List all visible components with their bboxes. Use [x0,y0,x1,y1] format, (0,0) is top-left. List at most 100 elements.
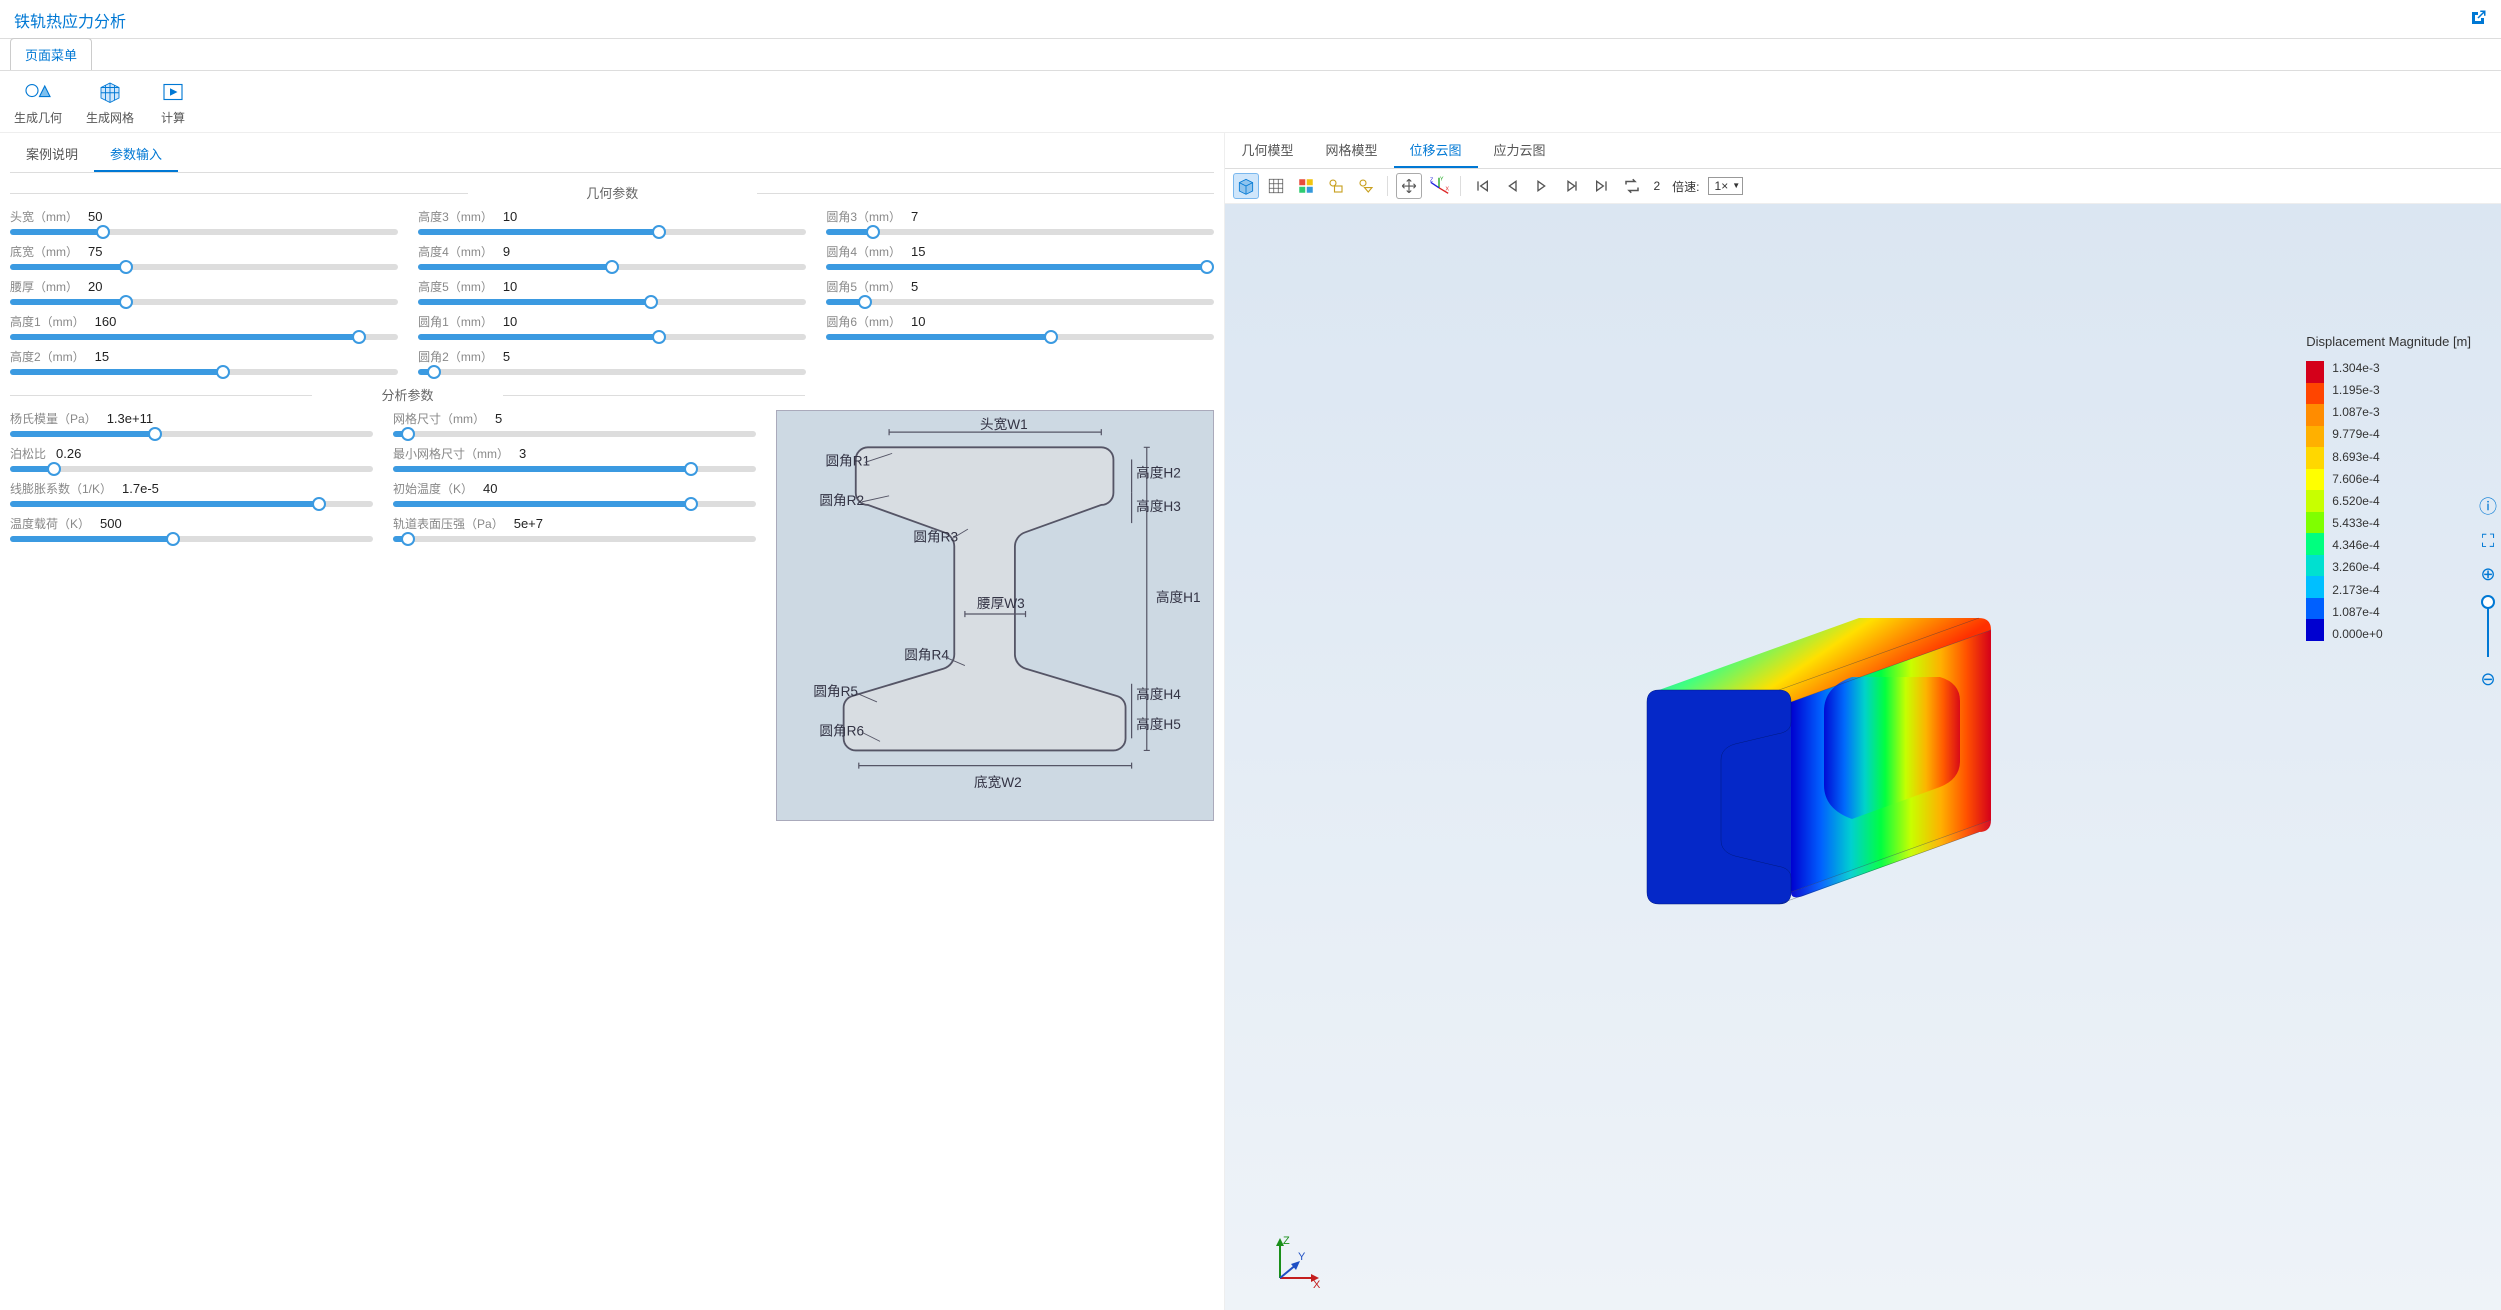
play-icon[interactable] [1529,173,1555,199]
analysis-param-4: 线膨胀系数（1/K）1.7e-5 [10,480,373,507]
prev-frame-icon[interactable] [1499,173,1525,199]
param-value: 5 [495,411,502,426]
external-link-icon[interactable] [2469,9,2487,32]
param-slider[interactable] [10,229,398,235]
tab-geometry-model[interactable]: 几何模型 [1225,133,1309,168]
param-value: 3 [519,446,526,461]
geom-param-9: 高度1（mm）160 [10,313,398,340]
page-title: 铁轨热应力分析 [14,8,126,32]
geom-param-0: 头宽（mm）50 [10,208,398,235]
legend-value: 5.433e-4 [2332,516,2382,530]
param-label: 线膨胀系数（1/K） [10,480,112,497]
3d-viewport[interactable]: Displacement Magnitude [m] 1.304e-31.195… [1225,204,2501,1310]
param-slider[interactable] [393,536,756,542]
speed-select[interactable]: 1× [1708,177,1744,195]
axis-triad-icon[interactable]: YX Z [1426,173,1452,199]
tab-stress-cloud[interactable]: 应力云图 [1478,133,1562,168]
param-slider[interactable] [10,334,398,340]
svg-text:高度H3: 高度H3 [1136,498,1181,514]
section-analysis-params: 分析参数 [10,385,805,404]
palette-icon[interactable] [1293,173,1319,199]
analysis-param-0: 杨氏模量（Pa）1.3e+11 [10,410,373,437]
param-slider[interactable] [418,264,806,270]
geom-param-5: 圆角4（mm）15 [826,243,1214,270]
svg-text:高度H4: 高度H4 [1136,686,1181,702]
param-slider[interactable] [10,369,398,375]
legend-value: 1.195e-3 [2332,383,2382,397]
next-frame-icon[interactable] [1559,173,1585,199]
help-icon[interactable]: ⓘ [2479,493,2497,519]
svg-text:圆角R3: 圆角R3 [913,529,958,544]
svg-text:圆角R1: 圆角R1 [826,454,871,469]
param-slider[interactable] [10,536,373,542]
analysis-param-2: 泊松比0.26 [10,445,373,472]
legend-value: 1.304e-3 [2332,361,2382,375]
tab-displacement-cloud[interactable]: 位移云图 [1394,133,1478,168]
param-slider[interactable] [10,299,398,305]
legend-value: 3.260e-4 [2332,560,2382,574]
param-value: 15 [95,349,109,364]
light-2-icon[interactable] [1353,173,1379,199]
param-label: 圆角1（mm） [418,313,493,330]
param-value: 15 [911,244,925,259]
param-slider[interactable] [10,501,373,507]
param-slider[interactable] [10,264,398,270]
param-label: 腰厚（mm） [10,278,78,295]
param-slider[interactable] [418,229,806,235]
generate-geometry-button[interactable]: 生成几何 [14,79,62,126]
analysis-param-1: 网格尺寸（mm）5 [393,410,756,437]
grid-toggle-icon[interactable] [1263,173,1289,199]
param-label: 高度5（mm） [418,278,493,295]
legend-value: 1.087e-4 [2332,605,2382,619]
compute-button[interactable]: 计算 [158,79,188,126]
param-slider[interactable] [10,466,373,472]
param-value: 5e+7 [514,516,543,531]
left-tabs: 案例说明 参数输入 [10,137,1214,173]
tab-parameter-input[interactable]: 参数输入 [94,137,178,172]
light-1-icon[interactable] [1323,173,1349,199]
tab-case-description[interactable]: 案例说明 [10,137,94,172]
svg-text:底宽W2: 底宽W2 [974,774,1022,790]
first-frame-icon[interactable] [1469,173,1495,199]
analysis-param-7: 轨道表面压强（Pa）5e+7 [393,515,756,542]
param-value: 50 [88,209,102,224]
fullscreen-collapse-icon[interactable]: ⛶ [2479,531,2497,552]
param-label: 底宽（mm） [10,243,78,260]
svg-text:X: X [1446,187,1450,193]
param-slider[interactable] [393,431,756,437]
param-slider[interactable] [418,369,806,375]
loop-icon[interactable] [1619,173,1645,199]
param-slider[interactable] [418,334,806,340]
zoom-slider[interactable] [2479,597,2497,657]
param-label: 圆角2（mm） [418,348,493,365]
legend-value: 6.520e-4 [2332,494,2382,508]
tab-mesh-model[interactable]: 网格模型 [1310,133,1394,168]
svg-text:Z: Z [1430,177,1434,183]
param-slider[interactable] [826,264,1214,270]
param-slider[interactable] [826,334,1214,340]
zoom-out-icon[interactable]: ⊖ [2479,669,2497,690]
param-value: 1.3e+11 [107,411,153,426]
param-value: 10 [503,314,517,329]
param-slider[interactable] [393,466,756,472]
page-menu-button[interactable]: 页面菜单 [10,38,92,70]
move-icon[interactable] [1396,173,1422,199]
param-slider[interactable] [10,431,373,437]
legend-value: 2.173e-4 [2332,583,2382,597]
param-slider[interactable] [826,229,1214,235]
geom-param-8: 圆角5（mm）5 [826,278,1214,305]
param-slider[interactable] [393,501,756,507]
param-slider[interactable] [418,299,806,305]
view-cube-icon[interactable] [1233,173,1259,199]
last-frame-icon[interactable] [1589,173,1615,199]
analysis-param-6: 温度载荷（K）500 [10,515,373,542]
param-value: 5 [911,279,918,294]
action-toolbar: 生成几何 生成网格 计算 [0,71,2501,133]
svg-text:Y: Y [1440,177,1444,183]
zoom-in-icon[interactable]: ⊕ [2479,564,2497,585]
legend-value: 8.693e-4 [2332,450,2382,464]
geom-param-4: 高度4（mm）9 [418,243,806,270]
generate-mesh-button[interactable]: 生成网格 [86,79,134,126]
right-tabs: 几何模型 网格模型 位移云图 应力云图 [1225,133,2501,169]
param-slider[interactable] [826,299,1214,305]
